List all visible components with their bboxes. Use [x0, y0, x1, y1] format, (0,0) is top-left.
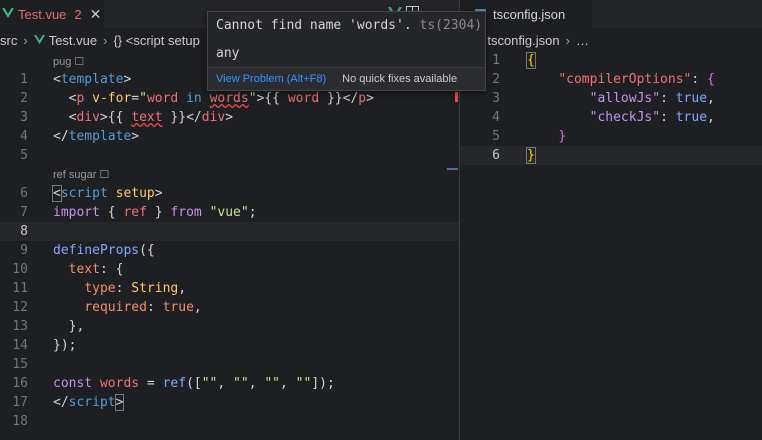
- vue-icon: [33, 33, 45, 48]
- codelens-ref-sugar[interactable]: ref sugar ☐: [53, 167, 109, 183]
- tab-label: Test.vue: [18, 6, 67, 22]
- line-number: 5: [492, 129, 500, 144]
- code-line[interactable]: 18: [0, 412, 459, 431]
- code-line-current[interactable]: 8: [0, 222, 459, 241]
- line-number: 6: [492, 148, 500, 163]
- code-line[interactable]: 12 required: true,: [0, 298, 459, 317]
- code-line-current[interactable]: 6}: [460, 146, 762, 165]
- code-line[interactable]: 3 "allowJs": true,: [460, 89, 762, 108]
- right-tabbar: tsconfig.json: [460, 0, 762, 28]
- tab-label: tsconfig.json: [493, 6, 566, 22]
- code-line[interactable]: 3 <div>{{ text }}</div>: [0, 108, 459, 127]
- codelens-pug[interactable]: pug ☐: [53, 54, 84, 70]
- chevron-right-icon: ›: [565, 32, 570, 48]
- error-message: Cannot find name 'words'.: [216, 18, 412, 33]
- right-editor[interactable]: tsconfig.json › tsconfig.json › … 1{ 2 "…: [460, 0, 762, 440]
- hover-tooltip: Cannot find name 'words'. ts(2304) any V…: [207, 11, 486, 91]
- close-icon[interactable]: ✕: [90, 6, 102, 23]
- line-number: 11: [12, 281, 28, 296]
- line-number: 14: [12, 338, 28, 353]
- code-line[interactable]: 5 }: [460, 127, 762, 146]
- error-code: ts(2304): [419, 18, 483, 33]
- code-line[interactable]: 9 defineProps({: [0, 241, 459, 260]
- line-number: 12: [12, 300, 28, 315]
- chevron-right-icon: ›: [23, 32, 28, 48]
- vue-icon: [2, 7, 14, 22]
- code-line[interactable]: 15: [0, 355, 459, 374]
- tab-test-vue[interactable]: Test.vue 2 ✕: [0, 0, 104, 28]
- line-number: 15: [12, 357, 28, 372]
- line-number: 13: [12, 319, 28, 334]
- code-line[interactable]: 11 type: String,: [0, 279, 459, 298]
- problem-count: 2: [74, 6, 82, 22]
- code-line[interactable]: 5: [0, 146, 459, 165]
- breadcrumb-more[interactable]: …: [576, 33, 589, 48]
- scrollbar-marker: [447, 168, 458, 170]
- line-number: 6: [20, 186, 28, 201]
- code-line[interactable]: 14});: [0, 336, 459, 355]
- view-problem-link[interactable]: View Problem (Alt+F8): [216, 73, 326, 85]
- hover-message-line: Cannot find name 'words'. ts(2304): [216, 18, 482, 33]
- breadcrumb: › tsconfig.json › …: [460, 30, 762, 50]
- line-number: 1: [20, 72, 28, 87]
- code-line[interactable]: 17 </script>: [0, 393, 459, 412]
- line-number: 18: [12, 414, 28, 429]
- hover-type: any: [216, 46, 240, 61]
- line-number: 4: [492, 110, 500, 125]
- code-line[interactable]: 10 text: {: [0, 260, 459, 279]
- no-quick-fixes-text: No quick fixes available: [342, 73, 458, 85]
- breadcrumb-file[interactable]: tsconfig.json: [487, 33, 559, 48]
- breadcrumb-folder[interactable]: src: [0, 33, 17, 48]
- line-number: 17: [12, 395, 28, 410]
- hover-actions: View Problem (Alt+F8) No quick fixes ava…: [208, 67, 485, 90]
- chevron-right-icon: ›: [103, 32, 108, 48]
- breadcrumb-file[interactable]: Test.vue: [49, 33, 97, 48]
- line-number: 10: [12, 262, 28, 277]
- code-line[interactable]: 4 "checkJs": true,: [460, 108, 762, 127]
- code-line[interactable]: 2 <p v-for="word in words">{{ word }}</p…: [0, 89, 459, 108]
- code-line[interactable]: 6 <script setup>: [0, 184, 459, 203]
- code-line[interactable]: 16 const words = ref(["", "", "", ""]);: [0, 374, 459, 393]
- code-line[interactable]: 13 },: [0, 317, 459, 336]
- line-number: 3: [20, 110, 28, 125]
- code-line[interactable]: 4 </template>: [0, 127, 459, 146]
- line-number: 5: [20, 148, 28, 163]
- breadcrumb-symbol[interactable]: {} <script setup: [113, 33, 199, 48]
- code-line[interactable]: 2 "compilerOptions": {: [460, 70, 762, 89]
- scrollbar-error-marker: [455, 92, 458, 102]
- line-number: 9: [20, 243, 28, 258]
- code-line[interactable]: 1{: [460, 51, 762, 70]
- line-number: 2: [20, 91, 28, 106]
- line-number: 8: [20, 224, 28, 239]
- line-number: 4: [20, 129, 28, 144]
- code-line[interactable]: 7 import { ref } from "vue";: [0, 203, 459, 222]
- line-number: 3: [492, 91, 500, 106]
- line-number: 7: [20, 205, 28, 220]
- line-number: 16: [12, 376, 28, 391]
